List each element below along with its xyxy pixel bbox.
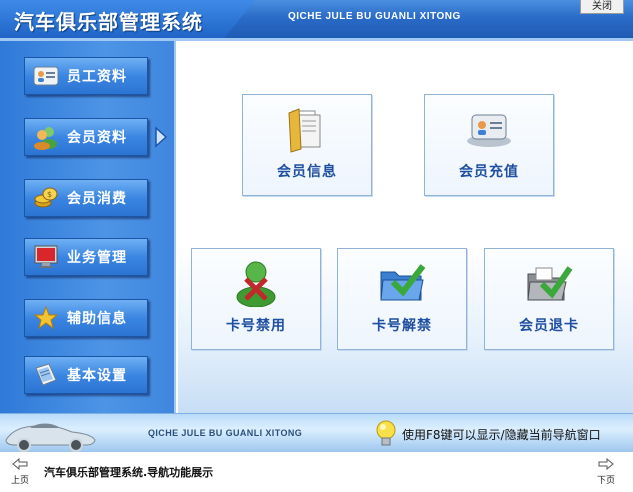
status-pinyin: QICHE JULE BU GUANLI XITONG (148, 428, 303, 438)
prev-page-button[interactable]: 上页 (0, 457, 40, 486)
status-hint: 使用F8键可以显示/隐藏当前导航窗口 (402, 428, 601, 442)
tile-label: 会员信息 (277, 164, 337, 180)
staff-card-icon (33, 63, 59, 89)
tile-member-info[interactable]: 会员信息 (242, 94, 372, 196)
sidebar-item-members[interactable]: 会员资料 (24, 118, 148, 156)
card-return-icon (485, 259, 613, 307)
sidebar: 员工资料 会员资料 $ 会员消费 业务管理 辅助信息 基本设置 (0, 41, 176, 413)
star-icon (33, 305, 59, 331)
next-page-label: 下页 (596, 476, 615, 486)
settings-book-icon (33, 362, 59, 388)
member-card-icon (425, 105, 553, 153)
close-button[interactable]: 关闭 (580, 0, 624, 14)
sidebar-item-label: 员工资料 (67, 69, 127, 85)
tile-card-return[interactable]: 会员退卡 (484, 248, 614, 350)
arrow-right-icon (598, 457, 614, 471)
app-title-pinyin: QICHE JULE BU GUANLI XITONG (288, 11, 461, 22)
sidebar-item-label: 基本设置 (67, 368, 127, 384)
app-title: 汽车俱乐部管理系统 (14, 10, 203, 34)
sidebar-item-label: 辅助信息 (67, 311, 127, 327)
tile-label: 卡号解禁 (372, 318, 432, 334)
tile-member-recharge[interactable]: 会员充值 (424, 94, 554, 196)
page-footer: 上页 汽车俱乐部管理系统.导航功能展示 下页 (0, 452, 633, 492)
svg-text:$: $ (47, 190, 52, 199)
sidebar-item-label: 会员资料 (67, 130, 127, 146)
sidebar-item-consumption[interactable]: $ 会员消费 (24, 179, 148, 217)
folder-documents-icon (243, 105, 371, 153)
user-disabled-icon (192, 259, 320, 307)
tile-card-disable[interactable]: 卡号禁用 (191, 248, 321, 350)
tile-card-unblock[interactable]: 卡号解禁 (337, 248, 467, 350)
sidebar-item-staff[interactable]: 员工资料 (24, 57, 148, 95)
folder-check-icon (338, 259, 466, 307)
members-icon (33, 124, 59, 150)
sidebar-item-label: 会员消费 (67, 191, 127, 207)
app-window: 汽车俱乐部管理系统 QICHE JULE BU GUANLI XITONG 关闭… (0, 0, 633, 452)
coins-icon: $ (33, 185, 59, 211)
status-bar: QICHE JULE BU GUANLI XITONG 使用F8键可以显示/隐藏… (0, 413, 633, 452)
next-page-button[interactable]: 下页 (586, 457, 626, 486)
tile-label: 卡号禁用 (226, 318, 286, 334)
sidebar-item-settings[interactable]: 基本设置 (24, 356, 148, 394)
page-caption: 汽车俱乐部管理系统.导航功能展示 (44, 466, 214, 479)
monitor-icon (33, 244, 59, 270)
tile-label: 会员充值 (459, 164, 519, 180)
prev-page-label: 上页 (10, 476, 29, 486)
lightbulb-icon (376, 420, 396, 446)
sidebar-item-label: 业务管理 (67, 250, 127, 266)
header-bar: 汽车俱乐部管理系统 QICHE JULE BU GUANLI XITONG (0, 0, 633, 38)
selected-arrow-icon (155, 126, 168, 148)
main-panel: 会员信息 会员充值 卡号禁用 卡号解禁 会员退卡 (178, 41, 633, 413)
tile-label: 会员退卡 (519, 318, 579, 334)
car-icon (5, 423, 96, 452)
sidebar-item-auxiliary[interactable]: 辅助信息 (24, 299, 148, 337)
sidebar-item-business[interactable]: 业务管理 (24, 238, 148, 276)
arrow-left-icon (12, 457, 28, 471)
